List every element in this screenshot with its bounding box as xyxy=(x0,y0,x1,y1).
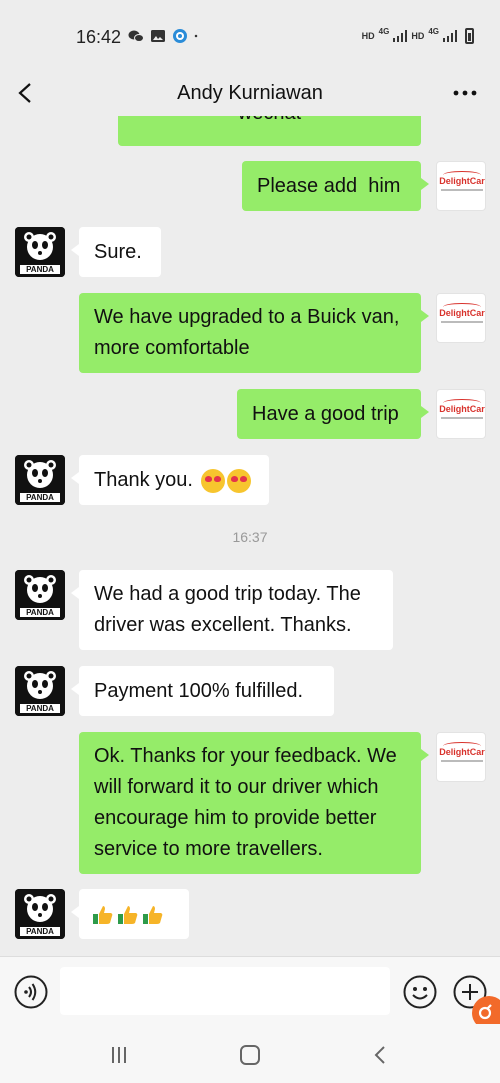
delightcar-logo: DelightCar xyxy=(439,747,485,757)
panda-label: PANDA xyxy=(26,608,54,617)
message-bubble-sent[interactable]: wechat xyxy=(118,116,421,146)
self-avatar[interactable]: DelightCar xyxy=(436,389,486,439)
contact-avatar[interactable]: PANDA xyxy=(15,570,65,620)
message-text: Payment 100% fulfilled. xyxy=(94,680,304,702)
status-bar: 16:42 HD 4G HD 4G xyxy=(0,0,500,72)
chat-header: Andy Kurniawan xyxy=(0,72,500,116)
signal-type-label: 4G xyxy=(378,26,390,36)
chat-title: Andy Kurniawan xyxy=(177,82,323,104)
message-timestamp: 16:37 xyxy=(232,529,268,545)
message-text: Have a good trip xyxy=(252,403,399,425)
logo-subline xyxy=(441,189,483,191)
message-input[interactable] xyxy=(60,967,390,1015)
delightcar-logo: DelightCar xyxy=(439,176,485,186)
notification-icons xyxy=(128,28,202,44)
app-notification-icon xyxy=(173,29,187,43)
panda-label: PANDA xyxy=(26,704,54,713)
message-bubble-received[interactable]: Payment 100% fulfilled. xyxy=(71,666,334,716)
heart-eyes-emoji-icon xyxy=(200,468,225,493)
thumbs-up-emoji-icon xyxy=(118,905,138,924)
message-bubble-received[interactable] xyxy=(71,889,189,939)
voice-icon[interactable] xyxy=(14,975,48,1009)
input-bar xyxy=(0,956,500,1024)
message-text: We had a good trip today. The driver was… xyxy=(94,583,361,636)
message-bubble-received[interactable]: Sure. xyxy=(71,227,161,277)
chat-area[interactable]: wechat Please add him DelightCar PANDA S… xyxy=(0,116,500,956)
message-text: wechat xyxy=(238,116,301,124)
hd-label-2: HD xyxy=(411,31,425,41)
message-text: Sure. xyxy=(94,241,142,263)
home-icon[interactable] xyxy=(235,1040,265,1070)
thumbs-up-emoji-icon xyxy=(143,905,163,924)
gallery-notification-icon xyxy=(151,30,165,42)
panda-label: PANDA xyxy=(26,265,54,274)
message-text: We have upgraded to a Buick van, more co… xyxy=(94,306,400,359)
delightcar-logo: DelightCar xyxy=(439,308,485,318)
emoji-icon[interactable] xyxy=(403,975,437,1009)
message-text: Ok. Thanks for your feedback. We will fo… xyxy=(94,745,397,860)
more-horizontal-icon[interactable] xyxy=(450,76,480,106)
delightcar-logo: DelightCar xyxy=(439,404,485,414)
back-icon[interactable] xyxy=(366,1040,396,1070)
message-bubble-sent[interactable]: Have a good trip xyxy=(237,389,429,439)
battery-icon xyxy=(465,28,474,44)
system-nav-bar xyxy=(0,1024,500,1083)
heart-eyes-emoji-icon xyxy=(226,468,251,493)
panda-label: PANDA xyxy=(26,493,54,502)
panda-label: PANDA xyxy=(26,927,54,936)
message-text: Please add him xyxy=(257,175,401,197)
logo-subline xyxy=(441,321,483,323)
message-text: Thank you. xyxy=(94,469,193,491)
logo-subline xyxy=(441,760,483,762)
hd-label: HD xyxy=(361,31,375,41)
wechat-notification-icon xyxy=(128,30,144,42)
self-avatar[interactable]: DelightCar xyxy=(436,293,486,343)
contact-avatar[interactable]: PANDA xyxy=(15,889,65,939)
contact-avatar[interactable]: PANDA xyxy=(15,455,65,505)
message-bubble-sent[interactable]: Ok. Thanks for your feedback. We will fo… xyxy=(79,732,429,874)
contact-avatar[interactable]: PANDA xyxy=(15,666,65,716)
status-indicators: HD 4G HD 4G xyxy=(361,26,474,44)
signal-icon xyxy=(393,30,408,42)
signal-icon-2 xyxy=(443,30,457,42)
self-avatar[interactable]: DelightCar xyxy=(436,161,486,211)
thumbs-up-emoji-icon xyxy=(93,905,113,924)
dot-icon xyxy=(194,34,198,38)
recents-icon[interactable] xyxy=(104,1040,134,1070)
contact-avatar[interactable]: PANDA xyxy=(15,227,65,277)
message-bubble-received[interactable]: We had a good trip today. The driver was… xyxy=(71,570,393,650)
status-time: 16:42 xyxy=(76,27,122,47)
message-bubble-sent[interactable]: Please add him xyxy=(242,161,429,211)
message-bubble-received[interactable]: Thank you. xyxy=(71,455,269,505)
signal-type-label-2: 4G xyxy=(428,26,439,36)
logo-subline xyxy=(441,417,483,419)
message-bubble-sent[interactable]: We have upgraded to a Buick van, more co… xyxy=(79,293,429,373)
self-avatar[interactable]: DelightCar xyxy=(436,732,486,782)
